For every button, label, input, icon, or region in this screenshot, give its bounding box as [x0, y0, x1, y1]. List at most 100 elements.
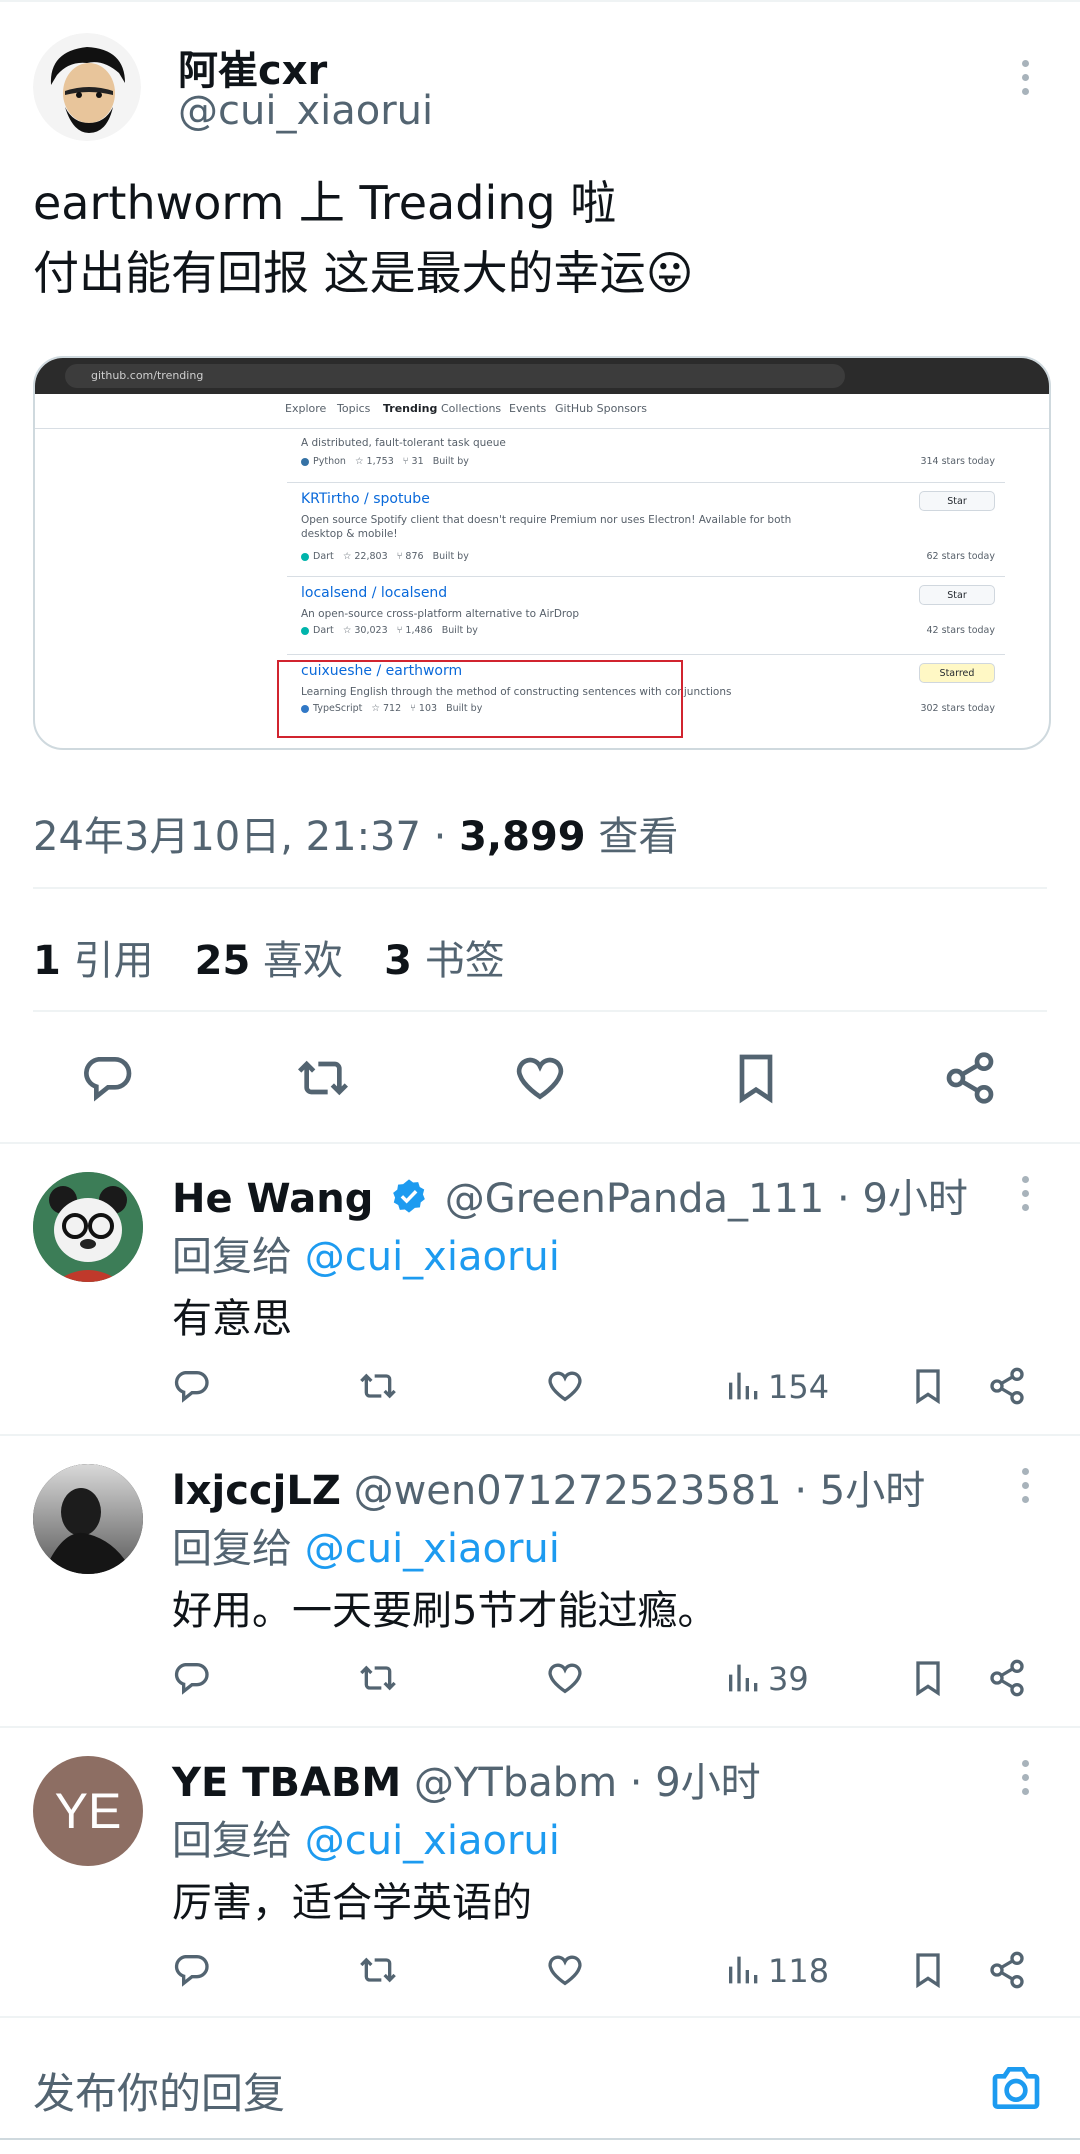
reply-avatar[interactable]: [33, 1172, 143, 1282]
reply-icon[interactable]: [172, 1366, 212, 1410]
like-icon[interactable]: [545, 1950, 585, 1994]
gh-repo-meta: Dart ☆ 22,803 ⑂ 876 Built by: [301, 551, 469, 562]
reply-icon[interactable]: [80, 1050, 136, 1110]
verified-badge-icon: [390, 1177, 428, 1225]
gh-starred-button: Starred: [919, 663, 995, 683]
bookmark-icon[interactable]: [728, 1050, 784, 1110]
tweet-media-image[interactable]: github.com/trending Explore Topics Trend…: [33, 356, 1051, 750]
compose-reply-input[interactable]: 发布你的回复: [33, 2060, 285, 2121]
views-icon[interactable]: [724, 1950, 764, 1994]
reply-author-name[interactable]: He Wang: [172, 1176, 373, 1222]
tweet-more-options-icon[interactable]: [1018, 60, 1032, 102]
share-icon[interactable]: [942, 1050, 998, 1110]
gh-repo-meta: Python ☆ 1,753 ⑂ 31 Built by: [301, 456, 469, 467]
bookmark-icon[interactable]: [908, 1658, 948, 1702]
reply-header: lxjccjLZ @wen071272523581 · 5小时: [172, 1458, 925, 1516]
browser-toolbar: github.com/trending: [35, 358, 1049, 394]
gh-star-button: Star: [919, 585, 995, 605]
share-icon[interactable]: [987, 1366, 1027, 1410]
tweet-text-line-2: 付出能有回报 这是最大的幸运😛: [33, 246, 694, 300]
gh-star-button: Star: [919, 491, 995, 511]
reply-more-options-icon[interactable]: [1018, 1468, 1032, 1510]
gh-repo-today: 62 stars today: [926, 551, 996, 562]
retweet-icon[interactable]: [358, 1366, 398, 1410]
gh-nav-item: Events: [509, 402, 547, 415]
reply-author-handle[interactable]: @YTbabm: [414, 1760, 617, 1806]
share-icon[interactable]: [987, 1950, 1027, 1994]
reply-header: He Wang @GreenPanda_111 · 9小时: [172, 1166, 968, 1225]
reply-to-mention[interactable]: @cui_xiaorui: [305, 1818, 560, 1864]
gh-repo-title: KRTirtho / spotube: [301, 491, 430, 507]
retweet-icon[interactable]: [295, 1050, 351, 1110]
gh-nav-item-active: Trending: [383, 402, 438, 415]
divider: [0, 1434, 1080, 1436]
divider: [0, 1726, 1080, 1728]
bookmark-icon[interactable]: [908, 1950, 948, 1994]
tweet-timestamp-views: 24年3月10日, 21:37 · 3,899 查看: [33, 804, 678, 862]
reply-to-mention[interactable]: @cui_xiaorui: [305, 1234, 560, 1280]
like-icon[interactable]: [545, 1658, 585, 1702]
divider: [0, 2016, 1080, 2018]
reply-time: · 9小时: [824, 1176, 968, 1222]
top-divider: [0, 0, 1080, 2]
reply-to-line: 回复给 @cui_xiaorui: [172, 1234, 560, 1280]
tweet-timestamp: 24年3月10日, 21:37 ·: [33, 814, 460, 860]
gh-nav-item: Explore: [285, 402, 327, 415]
reply-icon[interactable]: [172, 1950, 212, 1994]
views-count: 39: [768, 1660, 809, 1698]
reply-more-options-icon[interactable]: [1018, 1760, 1032, 1802]
reply-to-mention[interactable]: @cui_xiaorui: [305, 1526, 560, 1572]
reply-time: · 9小时: [617, 1760, 761, 1806]
reply-to-line: 回复给 @cui_xiaorui: [172, 1818, 560, 1864]
gh-repo-row: localsend / localsend An open-source cro…: [287, 576, 1005, 647]
gh-nav-item: Collections: [441, 402, 502, 415]
bottom-divider: [0, 2138, 1080, 2140]
retweet-icon[interactable]: [358, 1658, 398, 1702]
highlight-box: [277, 660, 683, 738]
likes-stat[interactable]: 25 喜欢: [195, 938, 343, 984]
reply-time: · 5小时: [781, 1468, 926, 1514]
reply-header: YE TBABM @YTbabm · 9小时: [172, 1750, 761, 1808]
reply-text: 有意思: [172, 1296, 292, 1342]
browser-url: github.com/trending: [65, 364, 845, 388]
reply-author-handle[interactable]: @wen071272523581: [354, 1468, 782, 1514]
reply-text: 厉害，适合学英语的: [172, 1880, 532, 1926]
gh-repo-today: 314 stars today: [920, 456, 995, 467]
divider: [0, 1142, 1080, 1144]
author-avatar[interactable]: [33, 33, 141, 141]
views-count: 154: [768, 1368, 830, 1406]
divider: [33, 1010, 1047, 1012]
author-handle[interactable]: @cui_xiaorui: [178, 88, 433, 134]
reply-author-name[interactable]: lxjccjLZ: [172, 1468, 341, 1514]
divider: [33, 887, 1047, 889]
quotes-stat[interactable]: 1 引用: [33, 938, 154, 984]
views-icon[interactable]: [724, 1366, 764, 1410]
gh-repo-row: A distributed, fault-tolerant task queue…: [287, 428, 1005, 478]
reply-to-line: 回复给 @cui_xiaorui: [172, 1526, 560, 1572]
reply-avatar[interactable]: YE: [33, 1756, 143, 1866]
reply-text: 好用。一天要刷5节才能过瘾。: [172, 1588, 718, 1634]
bookmarks-stat[interactable]: 3 书签: [384, 938, 505, 984]
reply-more-options-icon[interactable]: [1018, 1176, 1032, 1218]
views-icon[interactable]: [724, 1658, 764, 1702]
views-count: 3,899: [459, 814, 586, 860]
gh-repo-meta: Dart ☆ 30,023 ⑂ 1,486 Built by: [301, 625, 478, 636]
tweet-text-line-1: earthworm 上 Treading 啦: [33, 176, 617, 230]
reply-author-handle[interactable]: @GreenPanda_111: [445, 1176, 825, 1222]
like-icon[interactable]: [512, 1050, 568, 1110]
gh-repo-title: localsend / localsend: [301, 585, 448, 601]
retweet-icon[interactable]: [358, 1950, 398, 1994]
reply-author-name[interactable]: YE TBABM: [172, 1760, 401, 1806]
reply-avatar[interactable]: [33, 1464, 143, 1574]
views-count: 118: [768, 1952, 830, 1990]
camera-icon[interactable]: [988, 2060, 1044, 2116]
views-label: 查看: [585, 814, 679, 860]
like-icon[interactable]: [545, 1366, 585, 1410]
gh-nav-item: Topics: [337, 402, 371, 415]
reply-icon[interactable]: [172, 1658, 212, 1702]
bookmark-icon[interactable]: [908, 1366, 948, 1410]
gh-repo-row: KRTirtho / spotube Open source Spotify c…: [287, 482, 1005, 573]
share-icon[interactable]: [987, 1658, 1027, 1702]
tweet-stats: 1 引用 25 喜欢 3 书签: [33, 928, 541, 986]
gh-repo-today: 42 stars today: [926, 625, 996, 636]
